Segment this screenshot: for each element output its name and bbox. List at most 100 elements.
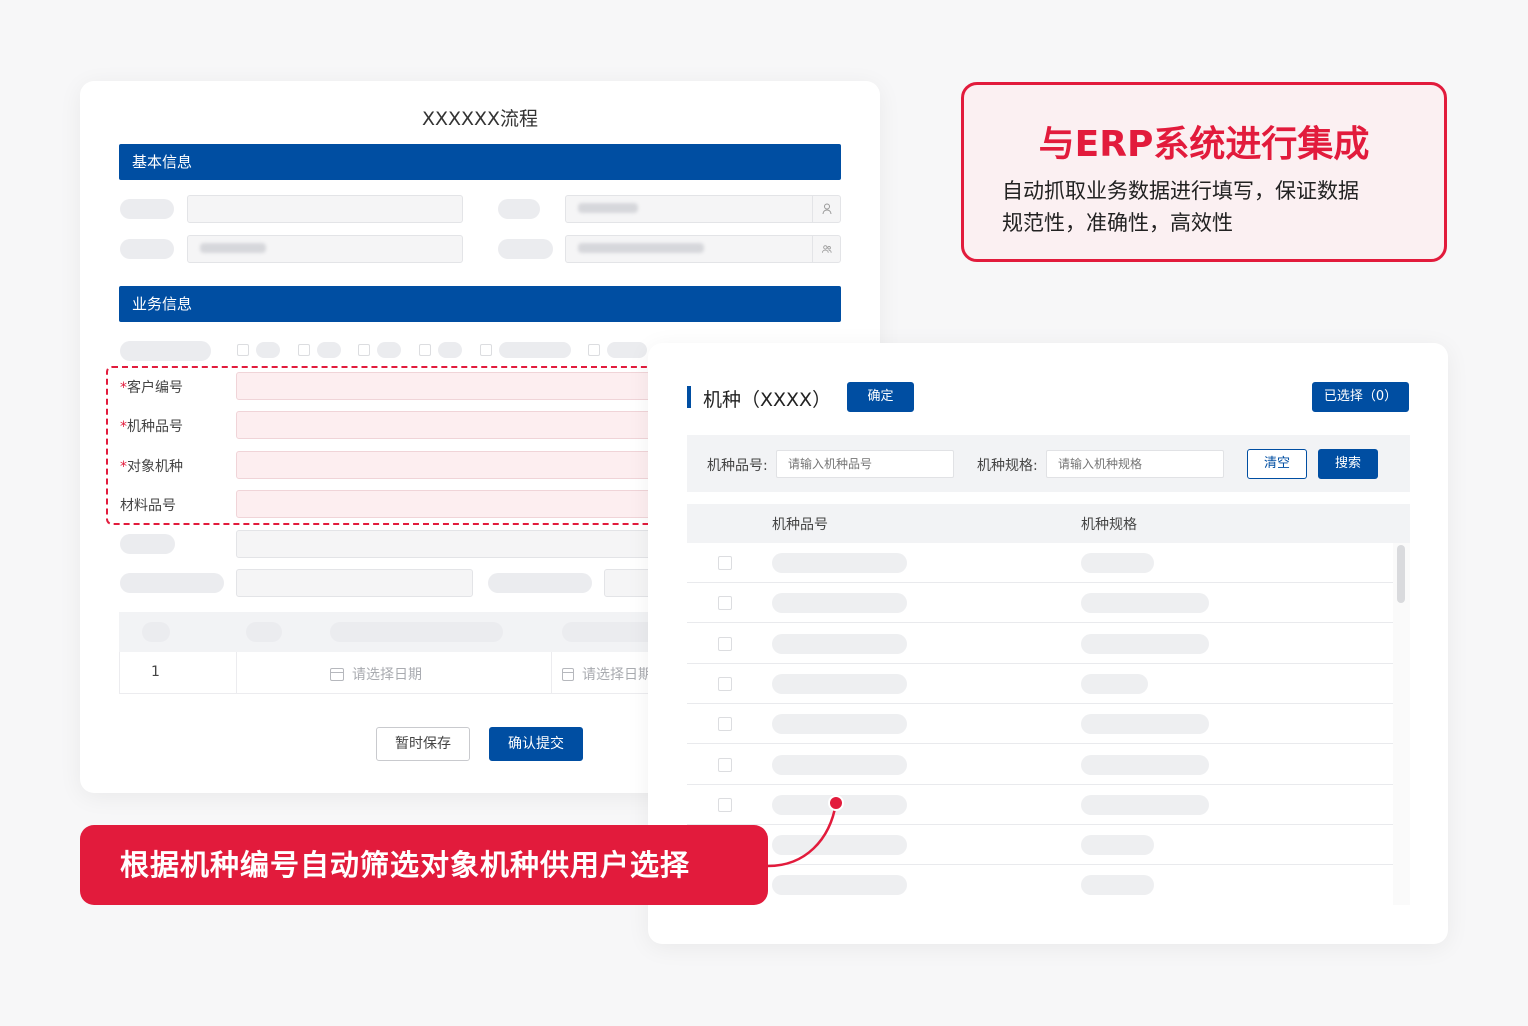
row-checkbox[interactable] [718,636,732,651]
user-picker-button[interactable] [812,196,840,222]
customer-no-input[interactable] [236,372,666,400]
form-title: XXXXXX流程 [421,108,539,130]
erp-callout-title: 与ERP系统进行集成 [1038,124,1370,165]
redacted-value [578,203,638,213]
redacted-option [499,342,571,358]
row-checkbox[interactable] [718,596,732,611]
search-button[interactable]: 搜索 [1318,449,1378,479]
redacted-spec [1081,714,1209,735]
target-model-input[interactable] [236,451,666,479]
erp-desc-line: 规范性，准确性，高效性 [1002,211,1233,235]
date-placeholder: 请选择日期 [582,667,652,683]
title-marker [687,386,691,408]
date-field[interactable] [187,235,463,263]
basic-field[interactable] [187,195,463,223]
list-item[interactable] [687,745,1393,785]
model-no-search-input[interactable] [776,450,954,478]
row-index: 1 [151,664,160,680]
section-basic-info: 基本信息 [119,144,841,180]
selector-title: 机种（XXXX） [703,389,832,411]
clear-button[interactable]: 清空 [1247,449,1307,479]
row-checkbox[interactable] [718,717,732,732]
selected-count-button[interactable]: 已选择（0） [1312,382,1409,412]
redacted-spec [1081,673,1148,694]
redacted-value [578,243,704,253]
model-part-no-label: *机种品号 [120,419,183,435]
redacted-model-no [772,633,907,654]
start-date-picker[interactable]: 请选择日期 [330,664,422,684]
list-item[interactable] [687,785,1393,825]
extra-field[interactable] [236,530,666,558]
redacted-spec [1081,835,1154,856]
section-business-info: 业务信息 [119,286,841,322]
model-part-no-input[interactable] [236,411,666,439]
checkbox[interactable] [358,344,370,356]
checkbox[interactable] [298,344,310,356]
customer-no-label: *客户编号 [120,380,183,396]
end-date-picker[interactable]: 请选择日期 [562,664,652,684]
department-field[interactable] [565,235,841,263]
submit-button[interactable]: 确认提交 [489,727,583,761]
redacted-spec [1081,593,1209,614]
scrollbar-thumb[interactable] [1397,545,1405,603]
list-item[interactable] [687,664,1393,704]
placeholder-label [120,534,175,554]
date-placeholder: 请选择日期 [352,667,422,683]
checkbox[interactable] [419,344,431,356]
group-picker-button[interactable] [812,236,840,262]
redacted-model-no [772,794,907,815]
redacted-column-header [330,622,503,642]
auto-filter-callout: 根据机种编号自动筛选对象机种供用户选择 [80,825,768,905]
redacted-column-header [562,622,660,642]
placeholder-label [120,573,224,593]
row-checkbox[interactable] [718,676,732,691]
redacted-model-no [772,754,907,775]
user-icon [822,203,832,215]
placeholder-label [498,239,553,259]
list-item[interactable] [687,825,1393,866]
list-item[interactable] [687,583,1393,624]
save-draft-button[interactable]: 暂时保存 [376,727,470,761]
placeholder-label [498,199,540,219]
calendar-icon [330,667,344,681]
redacted-spec [1081,754,1209,775]
calendar-icon [562,667,574,681]
extra-field[interactable] [236,569,473,597]
redacted-value [200,243,266,253]
column-divider [551,652,552,694]
list-item[interactable] [687,865,1393,905]
row-checkbox[interactable] [718,556,732,570]
list-item[interactable] [687,543,1393,583]
redacted-model-no [772,553,907,573]
confirm-button[interactable]: 确定 [847,382,914,412]
redacted-model-no [772,875,907,896]
redacted-spec [1081,553,1154,573]
placeholder-label [488,573,592,593]
column-header-spec: 机种规格 [1081,517,1137,533]
redacted-spec [1081,875,1154,896]
erp-callout-description: 自动抓取业务数据进行填写，保证数据 规范性，准确性，高效性 [1002,175,1414,239]
applicant-field[interactable] [565,195,841,223]
column-divider [236,652,237,694]
material-no-label: 材料品号 [120,498,176,514]
checkbox[interactable] [588,344,600,356]
redacted-model-no [772,714,907,735]
placeholder-label [120,341,211,361]
row-checkbox[interactable] [718,757,732,772]
list-item[interactable] [687,624,1393,664]
spec-search-input[interactable] [1046,450,1224,478]
checkbox[interactable] [237,344,249,356]
redacted-column-header [142,622,170,642]
redacted-option [317,342,341,358]
redacted-column-header [246,622,282,642]
redacted-option [607,342,647,358]
group-icon [822,245,832,253]
row-checkbox[interactable] [718,797,732,812]
erp-desc-line: 自动抓取业务数据进行填写，保证数据 [1002,179,1359,203]
filter-model-no-label: 机种品号: [707,458,768,474]
redacted-option [377,342,401,358]
placeholder-label [120,239,174,259]
checkbox[interactable] [480,344,492,356]
material-no-input[interactable] [236,490,666,518]
list-item[interactable] [687,704,1393,745]
